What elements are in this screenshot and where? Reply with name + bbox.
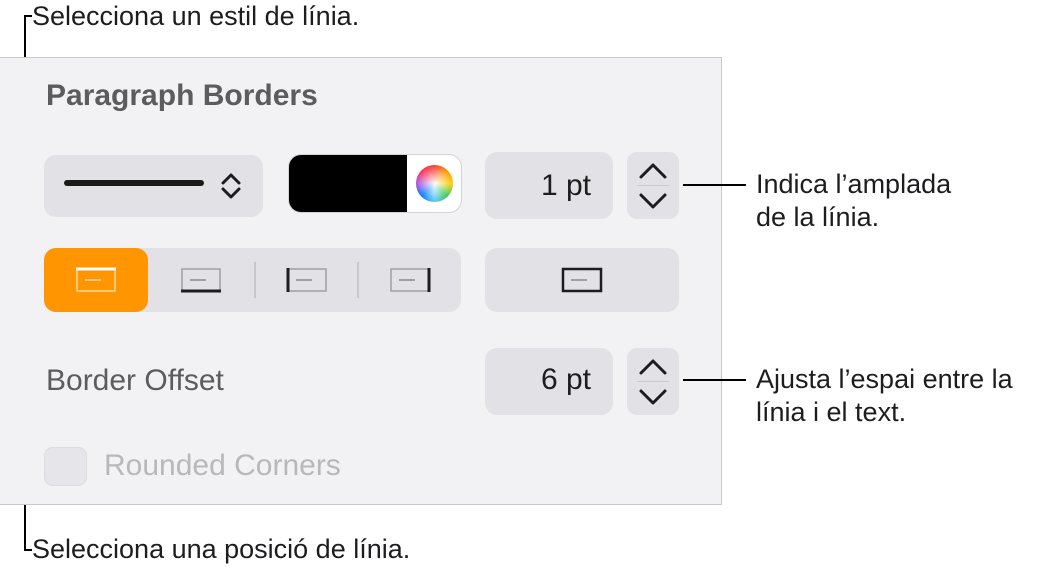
stepper-divider [637, 185, 669, 186]
annotation-line-style: Selecciona un estil de línia. [32, 1, 360, 31]
callout-line-style-top [24, 15, 32, 17]
chevron-up-down-icon [221, 173, 241, 199]
border-top-icon [76, 267, 116, 292]
line-width-field[interactable]: 1 pt [485, 152, 613, 219]
line-width-stepper[interactable] [627, 152, 679, 219]
annotation-line-position: Selecciona una posició de línia. [32, 534, 411, 564]
border-offset-value: 6 pt [540, 363, 591, 396]
chevron-down-icon[interactable] [637, 387, 669, 407]
callout-position-bottom [24, 549, 32, 551]
section-title: Paragraph Borders [46, 79, 318, 112]
border-position-segmented-control [44, 248, 461, 312]
chevron-down-icon[interactable] [637, 191, 669, 211]
callout-width [683, 184, 746, 186]
border-offset-field[interactable]: 6 pt [485, 348, 613, 415]
rounded-corners-checkbox[interactable] [44, 447, 87, 486]
border-left-icon [286, 268, 327, 292]
border-bottom-icon [181, 268, 221, 293]
stepper-divider [637, 381, 669, 382]
border-bottom-button[interactable] [148, 248, 252, 312]
annotation-width-line1: Indica l’amplada [756, 169, 952, 199]
rounded-corners-label: Rounded Corners [104, 449, 341, 482]
border-right-button[interactable] [359, 248, 461, 312]
chevron-up-icon[interactable] [637, 357, 669, 377]
border-all-sides-button[interactable] [485, 248, 679, 312]
color-swatch[interactable] [289, 155, 407, 212]
line-style-popup[interactable] [44, 155, 263, 217]
border-top-button[interactable] [44, 248, 148, 312]
border-offset-stepper[interactable] [627, 348, 679, 415]
line-width-value: 1 pt [540, 169, 591, 202]
chevron-up-icon[interactable] [637, 161, 669, 181]
annotation-offset-line1: Ajusta l’espai entre la [756, 364, 1013, 394]
border-color-well[interactable] [289, 155, 461, 212]
callout-offset [683, 379, 746, 381]
annotation-offset-line2: línia i el text. [756, 397, 907, 427]
screenshot-stage: Selecciona un estil de línia. Selecciona… [0, 0, 1047, 569]
border-right-icon [390, 268, 431, 292]
border-left-button[interactable] [256, 248, 358, 312]
color-wheel-icon[interactable] [416, 165, 453, 202]
border-all-sides-icon [561, 267, 603, 293]
solid-line-sample [64, 180, 204, 186]
annotation-width-line2: de la línia. [756, 202, 880, 232]
border-offset-label: Border Offset [46, 364, 224, 397]
